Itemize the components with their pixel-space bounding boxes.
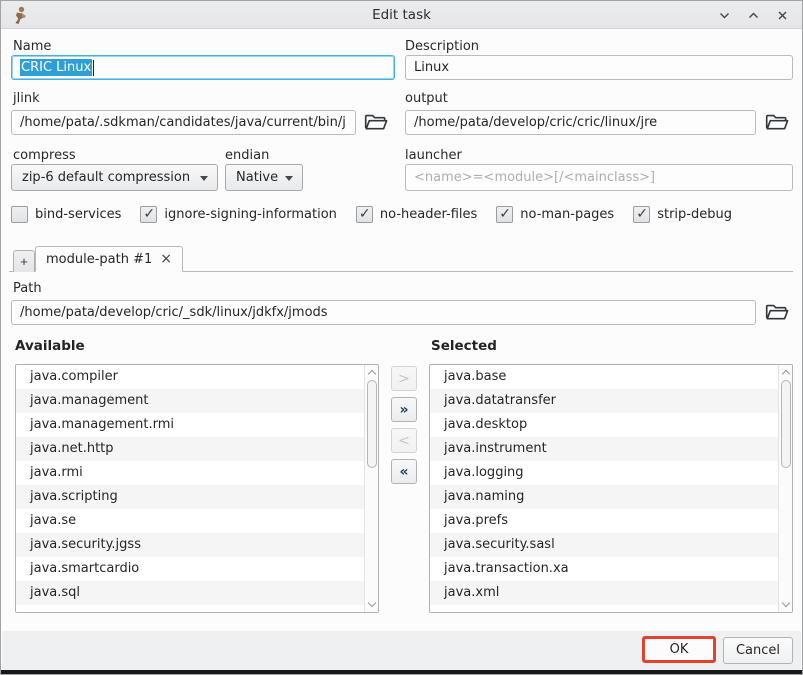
available-list-item[interactable]: java.net.http: [16, 437, 364, 461]
window-controls: [716, 1, 790, 29]
available-list-item[interactable]: java.security.jgss: [16, 533, 364, 557]
selected-scrollbar[interactable]: [778, 365, 792, 612]
edit-task-dialog: Edit task Name CRIC Linux Description jl…: [0, 0, 803, 675]
chevron-down-icon: [285, 176, 293, 181]
tab-module-path-1[interactable]: module-path #1 ×: [35, 246, 183, 272]
available-list-item[interactable]: java.rmi: [16, 461, 364, 485]
ok-button[interactable]: OK: [642, 636, 716, 663]
compress-dropdown[interactable]: zip-6 default compression: [11, 164, 218, 191]
path-browse-button[interactable]: [762, 299, 792, 325]
chevron-down-icon: [718, 9, 731, 22]
checkbox-box: [496, 206, 513, 223]
available-list-item[interactable]: java.smartcardio: [16, 557, 364, 581]
selected-list-item[interactable]: java.logging: [430, 461, 778, 485]
transfer-buttons: > » < «: [391, 366, 417, 484]
endian-value: Native: [236, 170, 278, 185]
minimize-button[interactable]: [716, 7, 732, 23]
checkbox-box: [633, 206, 650, 223]
selected-list-item[interactable]: java.prefs: [430, 509, 778, 533]
selected-list-item[interactable]: java.instrument: [430, 437, 778, 461]
checkbox-label: ignore-signing-information: [164, 207, 337, 222]
selected-list-item[interactable]: java.transaction.xa: [430, 557, 778, 581]
add-module-path-tab-button[interactable]: +: [13, 250, 35, 272]
selected-header: Selected: [431, 338, 497, 354]
checkbox-label: bind-services: [35, 207, 121, 222]
jlink-browse-button[interactable]: [361, 109, 391, 135]
available-list-item[interactable]: java.management.rmi: [16, 413, 364, 437]
option-checkbox[interactable]: strip-debug: [633, 206, 732, 223]
scroll-down-icon[interactable]: [367, 599, 375, 607]
available-list-item[interactable]: java.compiler: [16, 365, 364, 389]
selected-list-item[interactable]: java.xml: [430, 581, 778, 605]
compress-value: zip-6 default compression: [22, 170, 190, 185]
selected-text: CRIC Linux: [20, 59, 92, 76]
scroll-up-icon[interactable]: [781, 370, 789, 378]
maximize-button[interactable]: [745, 7, 761, 23]
scrollbar-thumb[interactable]: [781, 380, 791, 468]
jlink-input[interactable]: [11, 110, 356, 135]
tab-close-icon[interactable]: ×: [160, 252, 172, 266]
endian-label: endian: [225, 148, 269, 163]
checkbox-label: no-header-files: [380, 207, 477, 222]
name-label: Name: [13, 39, 51, 54]
footer-bar: OK Cancel: [2, 631, 801, 670]
window-bottom-edge: [1, 670, 802, 674]
checkbox-label: no-man-pages: [520, 207, 614, 222]
close-icon: [776, 9, 789, 22]
available-list-item[interactable]: java.scripting: [16, 485, 364, 509]
path-label: Path: [13, 281, 42, 296]
scroll-down-icon[interactable]: [781, 599, 789, 607]
checkbox-box: [140, 206, 157, 223]
output-label: output: [405, 91, 448, 106]
checkbox-box: [11, 206, 28, 223]
launcher-input[interactable]: [405, 164, 793, 191]
compress-label: compress: [13, 148, 76, 163]
available-list-item[interactable]: java.management: [16, 389, 364, 413]
selected-list: java.basejava.datatransferjava.desktopja…: [429, 364, 793, 613]
chevron-up-icon: [747, 9, 760, 22]
selected-list-item[interactable]: java.base: [430, 365, 778, 389]
move-left-button[interactable]: <: [391, 428, 417, 453]
output-input[interactable]: [405, 110, 756, 135]
chevron-down-icon: [200, 176, 208, 181]
launcher-label: launcher: [405, 148, 462, 163]
option-checkbox[interactable]: ignore-signing-information: [140, 206, 337, 223]
option-checkbox[interactable]: bind-services: [11, 206, 121, 223]
checkbox-box: [356, 206, 373, 223]
move-right-button[interactable]: >: [391, 366, 417, 391]
description-label: Description: [405, 39, 479, 54]
cancel-button[interactable]: Cancel: [723, 637, 793, 664]
folder-open-icon: [764, 301, 790, 323]
endian-dropdown[interactable]: Native: [225, 164, 303, 191]
available-scrollbar[interactable]: [364, 365, 378, 612]
available-list-item[interactable]: java.se: [16, 509, 364, 533]
selected-list-item[interactable]: java.naming: [430, 485, 778, 509]
options-row: bind-services ignore-signing-information…: [11, 204, 732, 224]
option-checkbox[interactable]: no-header-files: [356, 206, 477, 223]
available-list-item[interactable]: java.sql: [16, 581, 364, 605]
output-browse-button[interactable]: [762, 109, 792, 135]
checkbox-label: strip-debug: [657, 207, 732, 222]
folder-open-icon: [363, 111, 389, 133]
selected-list-item[interactable]: java.security.sasl: [430, 533, 778, 557]
window-title: Edit task: [1, 7, 802, 23]
name-input[interactable]: CRIC Linux: [11, 55, 395, 80]
jlink-label: jlink: [13, 91, 40, 106]
path-input[interactable]: [11, 300, 756, 325]
scrollbar-thumb[interactable]: [367, 380, 377, 468]
available-header: Available: [15, 338, 85, 354]
move-all-left-button[interactable]: «: [391, 459, 417, 484]
folder-open-icon: [764, 111, 790, 133]
option-checkbox[interactable]: no-man-pages: [496, 206, 614, 223]
selected-list-item[interactable]: java.datatransfer: [430, 389, 778, 413]
text-caret: [93, 60, 94, 76]
tab-label: module-path #1: [46, 252, 152, 267]
description-input[interactable]: [405, 55, 793, 80]
selected-list-item[interactable]: java.desktop: [430, 413, 778, 437]
titlebar[interactable]: Edit task: [1, 1, 802, 29]
close-button[interactable]: [774, 7, 790, 23]
scroll-up-icon[interactable]: [367, 370, 375, 378]
move-all-right-button[interactable]: »: [391, 397, 417, 422]
available-list: java.compilerjava.managementjava.managem…: [15, 364, 379, 613]
